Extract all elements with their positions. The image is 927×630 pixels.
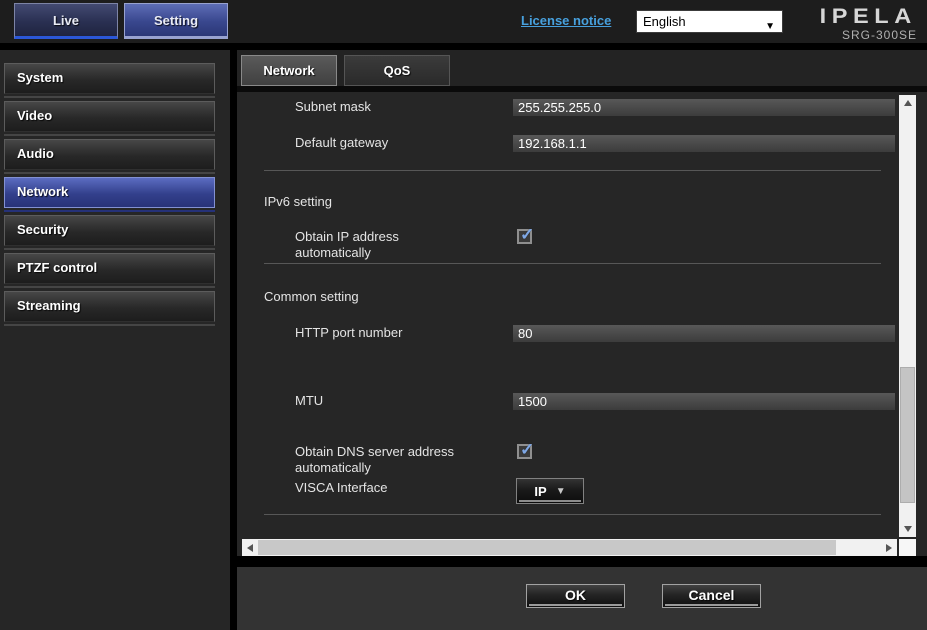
footer-bar: OK Cancel	[237, 567, 927, 630]
http-port-input[interactable]: 80	[513, 325, 895, 342]
scroll-down-icon	[904, 526, 912, 532]
http-port-label: HTTP port number	[295, 325, 402, 341]
model-label: SRG-300SE	[842, 28, 917, 42]
sidebar-item-video[interactable]: Video	[4, 101, 215, 136]
sidebar-item-underline	[4, 286, 215, 288]
tab-bar: Network QoS	[237, 50, 927, 86]
mtu-input[interactable]: 1500	[513, 393, 895, 410]
setting-button[interactable]: Setting	[124, 3, 228, 39]
dropdown-arrow-icon: ▼	[765, 16, 775, 37]
sidebar: System Video Audio Network Security PTZF…	[0, 50, 230, 630]
scroll-left-button[interactable]	[242, 539, 258, 556]
sidebar-item-network[interactable]: Network	[4, 177, 215, 212]
live-button[interactable]: Live	[14, 3, 118, 39]
sidebar-item-underline	[4, 248, 215, 250]
app-window: Live Setting License notice English ▼ IP…	[0, 0, 927, 630]
obtain-ip-checkbox[interactable]: ✓	[517, 229, 532, 244]
common-section-title: Common setting	[264, 289, 359, 304]
visca-interface-dropdown[interactable]: IP ▼	[516, 478, 584, 504]
scroll-up-icon	[904, 100, 912, 106]
ipela-logo: IPELA	[820, 5, 917, 29]
sidebar-item-security[interactable]: Security	[4, 215, 215, 250]
sidebar-item-label[interactable]: Streaming	[4, 291, 215, 322]
license-notice-link[interactable]: License notice	[521, 13, 611, 28]
section-divider	[264, 170, 881, 171]
sidebar-item-system[interactable]: System	[4, 63, 215, 98]
top-bar: Live Setting License notice English ▼ IP…	[0, 0, 927, 43]
visca-interface-label: VISCA Interface	[295, 480, 388, 496]
vertical-scrollbar-thumb[interactable]	[900, 367, 915, 503]
section-divider	[264, 263, 881, 264]
obtain-ip-label: Obtain IP address automatically	[295, 229, 450, 261]
tab-qos[interactable]: QoS	[344, 55, 450, 86]
scroll-down-button[interactable]	[899, 521, 916, 537]
checkmark-icon: ✓	[520, 228, 530, 241]
sidebar-item-underline	[4, 210, 215, 212]
ok-button[interactable]: OK	[526, 584, 625, 608]
sidebar-item-label[interactable]: Audio	[4, 139, 215, 170]
sidebar-item-underline	[4, 324, 215, 326]
language-select-value: English	[643, 14, 686, 29]
ipv6-section-title: IPv6 setting	[264, 194, 332, 209]
tab-network[interactable]: Network	[241, 55, 337, 86]
horizontal-scrollbar[interactable]	[242, 539, 897, 556]
horizontal-scrollbar-thumb[interactable]	[258, 540, 836, 555]
mtu-label: MTU	[295, 393, 323, 409]
sidebar-item-label[interactable]: Video	[4, 101, 215, 132]
sidebar-item-label[interactable]: PTZF control	[4, 253, 215, 284]
language-select[interactable]: English ▼	[636, 10, 783, 33]
sidebar-item-ptzf-control[interactable]: PTZF control	[4, 253, 215, 288]
sidebar-item-label[interactable]: Security	[4, 215, 215, 246]
scroll-right-icon	[886, 544, 892, 552]
section-divider	[264, 514, 881, 515]
sidebar-item-label[interactable]: System	[4, 63, 215, 94]
default-gateway-input[interactable]: 192.168.1.1	[513, 135, 895, 152]
footer-divider	[237, 556, 927, 567]
default-gateway-label: Default gateway	[295, 135, 388, 151]
obtain-dns-checkbox[interactable]: ✓	[517, 444, 532, 459]
cancel-button[interactable]: Cancel	[662, 584, 761, 608]
checkmark-icon: ✓	[520, 443, 530, 456]
subnet-mask-label: Subnet mask	[295, 99, 371, 115]
sidebar-item-streaming[interactable]: Streaming	[4, 291, 215, 326]
sidebar-item-audio[interactable]: Audio	[4, 139, 215, 174]
sidebar-item-underline	[4, 172, 215, 174]
scroll-right-button[interactable]	[881, 539, 897, 556]
visca-interface-value: IP	[534, 484, 546, 499]
scroll-left-icon	[247, 544, 253, 552]
obtain-dns-label: Obtain DNS server address automatically	[295, 444, 510, 476]
dropdown-arrow-icon: ▼	[556, 486, 566, 497]
network-settings-panel: Subnet mask 255.255.255.0 Default gatewa…	[237, 92, 927, 556]
sidebar-item-underline	[4, 96, 215, 98]
vertical-scrollbar[interactable]	[899, 95, 916, 537]
sidebar-item-label[interactable]: Network	[4, 177, 215, 208]
sidebar-item-underline	[4, 134, 215, 136]
subnet-mask-input[interactable]: 255.255.255.0	[513, 99, 895, 116]
scrollbar-corner	[899, 539, 916, 556]
scroll-up-button[interactable]	[899, 95, 916, 111]
